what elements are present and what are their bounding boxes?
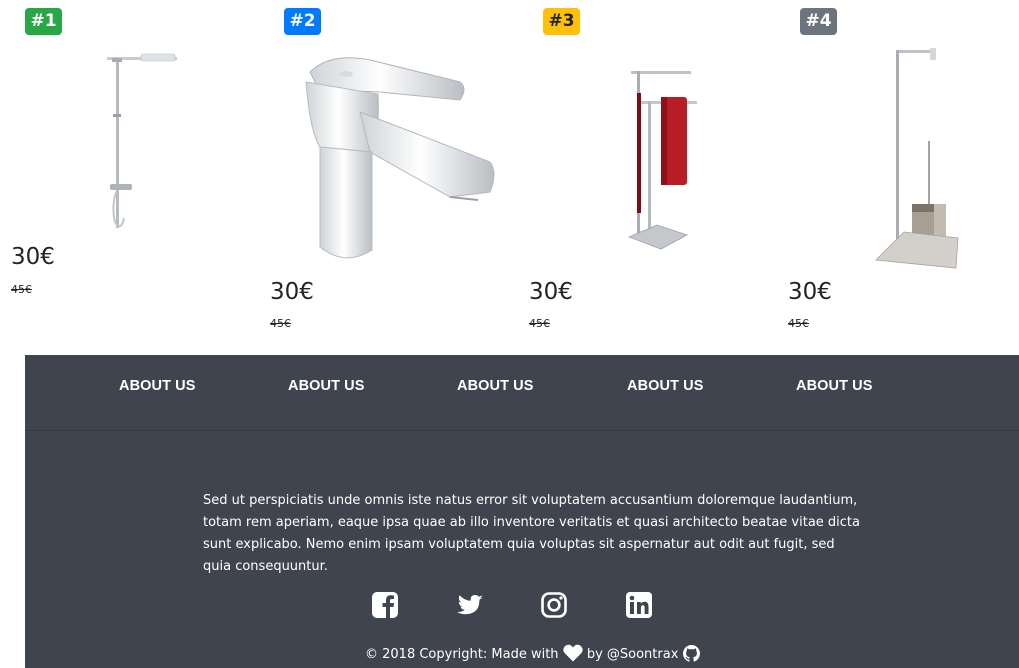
toilet-brush-stand-icon[interactable] — [874, 46, 964, 271]
towel-stand-icon[interactable] — [627, 65, 707, 255]
github-icon[interactable] — [682, 645, 700, 662]
product-price: 30€ — [11, 244, 55, 270]
product-old-price: 45€ — [788, 317, 809, 330]
shower-column-icon[interactable] — [99, 50, 179, 235]
heart-icon — [563, 644, 583, 662]
social-links — [25, 591, 1019, 621]
copyright-prefix: © 2018 Copyright: Made with — [365, 647, 559, 662]
nav-link-about-us-4[interactable]: ABOUT US — [627, 377, 704, 395]
product-card-3[interactable]: #3 30€ 45€ — [529, 0, 788, 350]
facebook-icon[interactable] — [371, 591, 399, 619]
nav-link-about-us-2[interactable]: ABOUT US — [288, 377, 365, 395]
linkedin-icon[interactable] — [625, 591, 653, 619]
footer-nav: ABOUT US ABOUT US ABOUT US ABOUT US ABOU… — [25, 355, 1019, 431]
product-badge: #2 — [284, 8, 321, 35]
copyright: © 2018 Copyright: Made with by @Soontrax — [365, 644, 700, 665]
nav-link-about-us-3[interactable]: ABOUT US — [457, 377, 534, 395]
product-price: 30€ — [788, 279, 832, 305]
footer-description: Sed ut perspiciatis unde omnis iste natu… — [203, 493, 860, 574]
product-badge: #1 — [25, 8, 62, 35]
product-badge: #3 — [543, 8, 580, 35]
basin-faucet-icon[interactable] — [300, 52, 500, 267]
instagram-icon[interactable] — [540, 591, 568, 619]
product-old-price: 45€ — [529, 317, 550, 330]
product-grid: #1 30€ 45€ #2 30€ 45€ #3 30€ 45€ #4 30€ … — [0, 0, 1019, 355]
product-old-price: 45€ — [11, 283, 32, 296]
product-card-2[interactable]: #2 30€ 45€ — [270, 0, 529, 350]
site-footer: ABOUT US ABOUT US ABOUT US ABOUT US ABOU… — [25, 355, 1019, 668]
copyright-suffix: by @Soontrax — [586, 647, 679, 662]
product-badge: #4 — [800, 8, 837, 35]
nav-link-about-us-1[interactable]: ABOUT US — [119, 377, 196, 395]
twitter-icon[interactable] — [456, 591, 484, 619]
nav-link-about-us-5[interactable]: ABOUT US — [796, 377, 873, 395]
product-price: 30€ — [270, 279, 314, 305]
product-price: 30€ — [529, 279, 573, 305]
product-card-1[interactable]: #1 30€ 45€ — [11, 0, 270, 350]
product-card-4[interactable]: #4 30€ 45€ — [788, 0, 1019, 350]
product-old-price: 45€ — [270, 317, 291, 330]
